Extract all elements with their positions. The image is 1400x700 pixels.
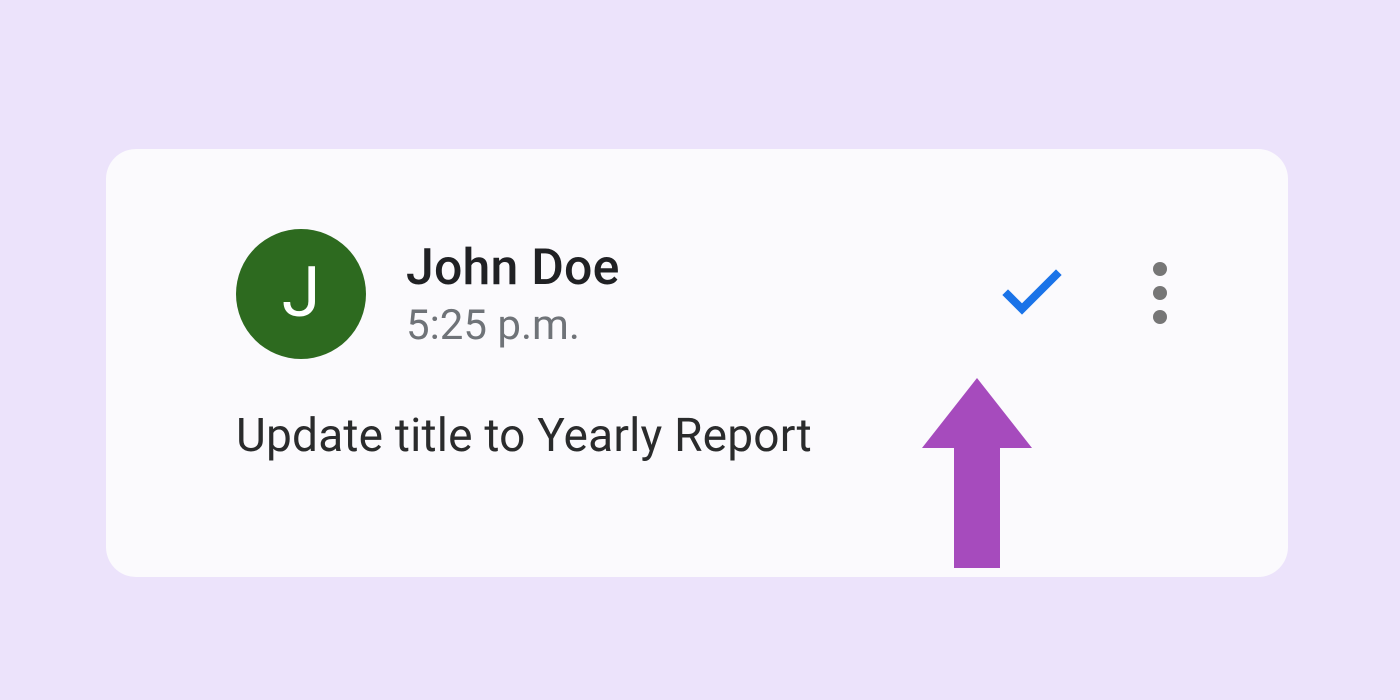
resolve-button[interactable] xyxy=(1002,269,1062,320)
comment-card: J John Doe 5:25 p.m. xyxy=(106,149,1288,577)
avatar-initial: J xyxy=(282,252,321,334)
more-vertical-icon xyxy=(1152,261,1168,328)
author-name: John Doe xyxy=(406,239,962,297)
comment-body: Update title to Yearly Report xyxy=(236,409,1158,463)
author-block: John Doe 5:25 p.m. xyxy=(406,239,962,350)
check-icon xyxy=(1002,269,1062,320)
comment-timestamp: 5:25 p.m. xyxy=(406,301,962,350)
comment-actions xyxy=(1002,261,1168,328)
avatar: J xyxy=(236,229,366,359)
comment-header: J John Doe 5:25 p.m. xyxy=(236,229,1158,359)
more-options-button[interactable] xyxy=(1152,261,1168,328)
